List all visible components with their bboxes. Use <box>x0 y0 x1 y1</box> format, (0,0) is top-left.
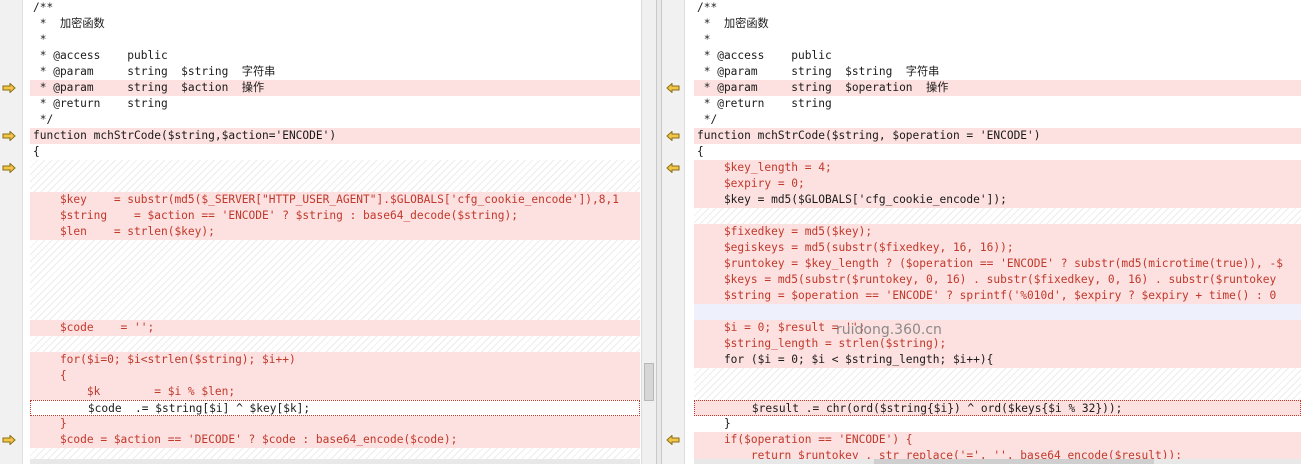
code-line: * @param string $string 字符串 <box>30 64 640 80</box>
diff-filler <box>694 208 1301 224</box>
code-line: * @access public <box>30 48 640 64</box>
code-line-changed: if($operation == 'ENCODE') { <box>694 432 1301 448</box>
left-diff-pane[interactable]: /** * 加密函数 * * @access public * @param s… <box>0 0 656 464</box>
code-line-changed: $i = 0; $result = ''; <box>694 320 1301 336</box>
code-line-changed: } <box>30 416 640 432</box>
code-line-changed: $len = strlen($key); <box>30 224 640 240</box>
right-gutter <box>662 0 685 464</box>
code-line-changed: $code = ''; <box>30 320 640 336</box>
left-vertical-scrollbar[interactable] <box>641 0 656 464</box>
left-horizontal-scrollbar[interactable] <box>30 459 640 464</box>
code-line: /** <box>694 0 1301 16</box>
diff-filler <box>30 160 640 192</box>
code-line-changed: function mchStrCode($string,$action='ENC… <box>30 128 640 144</box>
code-line-changed: { <box>30 368 640 384</box>
code-line-changed: $key = substr(md5($_SERVER["HTTP_USER_AG… <box>30 192 640 208</box>
code-line-changed: $code = $action == 'DECODE' ? $code : ba… <box>30 432 640 448</box>
code-line-changed: function mchStrCode($string, $operation … <box>694 128 1301 144</box>
code-line-current[interactable]: $result .= chr(ord($string{$i}) ^ ord($k… <box>694 400 1301 416</box>
code-line: * 加密函数 <box>30 16 640 32</box>
code-line-changed: $string_length = strlen($string); <box>694 336 1301 352</box>
code-line-changed: $key = md5($GLOBALS['cfg_cookie_encode']… <box>694 192 1301 208</box>
diff-filler <box>30 336 640 352</box>
code-line-changed: $fixedkey = md5($key); <box>694 224 1301 240</box>
code-line-changed: $expiry = 0; <box>694 176 1301 192</box>
watermark: ruidong.360.cn <box>836 322 942 338</box>
code-line-changed: $string = $operation == 'ENCODE' ? sprin… <box>694 288 1301 304</box>
code-line: * <box>30 32 640 48</box>
code-line: { <box>30 144 640 160</box>
code-line-changed: for($i=0; $i<strlen($string); $i++) <box>30 352 640 368</box>
arrow-left-icon[interactable] <box>666 435 680 445</box>
code-line: * @return string <box>30 96 640 112</box>
code-line: { <box>694 144 1301 160</box>
code-line-changed: $keys = md5(substr($runtokey, 0, 16) . s… <box>694 272 1301 288</box>
diff-filler <box>30 240 640 320</box>
code-line: * 加密函数 <box>694 16 1301 32</box>
code-line-current[interactable]: $code .= $string[$i] ^ $key[$k]; <box>30 400 640 416</box>
arrow-left-icon[interactable] <box>666 131 680 141</box>
code-line-changed: $egiskeys = md5(substr($fixedkey, 16, 16… <box>694 240 1301 256</box>
scrollbar-thumb[interactable] <box>644 363 654 401</box>
code-line: * @access public <box>694 48 1301 64</box>
arrow-right-icon[interactable] <box>2 435 16 445</box>
right-horizontal-scrollbar[interactable] <box>694 459 1301 464</box>
code-line: * @return string <box>694 96 1301 112</box>
arrow-right-icon[interactable] <box>2 131 16 141</box>
left-gutter <box>0 0 23 464</box>
code-line-changed: $k = $i % $len; <box>30 384 640 400</box>
code-line-changed: * @param string $action 操作 <box>30 80 640 96</box>
code-line-changed: $runtokey = $key_length ? ($operation ==… <box>694 256 1301 272</box>
code-line: */ <box>694 112 1301 128</box>
code-line: /** <box>30 0 640 16</box>
right-diff-pane[interactable]: /** * 加密函数 * * @access public * @param s… <box>662 0 1301 464</box>
code-line: * <box>694 32 1301 48</box>
arrow-right-icon[interactable] <box>2 163 16 173</box>
code-line-blank <box>694 304 1301 320</box>
code-line: */ <box>30 112 640 128</box>
code-line-changed: $key_length = 4; <box>694 160 1301 176</box>
arrow-left-icon[interactable] <box>666 83 680 93</box>
code-line-changed: * @param string $operation 操作 <box>694 80 1301 96</box>
arrow-left-icon[interactable] <box>666 163 680 173</box>
arrow-right-icon[interactable] <box>2 83 16 93</box>
diff-filler <box>694 368 1301 400</box>
scrollbar-thumb[interactable] <box>874 459 1154 464</box>
code-line-changed: for ($i = 0; $i < $string_length; $i++){ <box>694 352 1301 368</box>
code-line: } <box>694 416 1301 432</box>
code-line-changed: $string = $action == 'ENCODE' ? $string … <box>30 208 640 224</box>
left-code-area[interactable]: /** * 加密函数 * * @access public * @param s… <box>30 0 640 464</box>
right-code-area[interactable]: /** * 加密函数 * * @access public * @param s… <box>694 0 1301 464</box>
code-line: * @param string $string 字符串 <box>694 64 1301 80</box>
